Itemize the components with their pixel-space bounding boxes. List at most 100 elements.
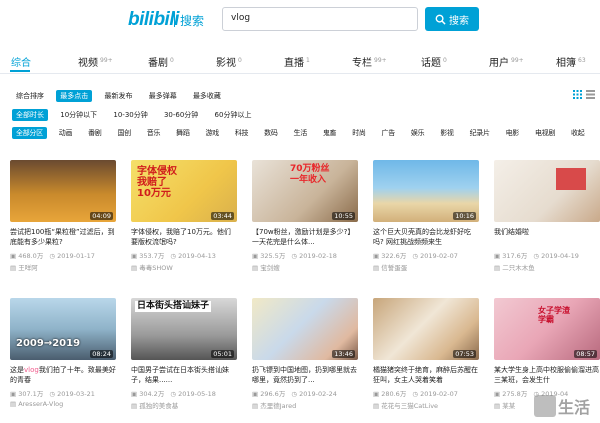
video-title[interactable]: 中国男子尝试在日本街头搭讪妹子，结果......: [131, 365, 237, 385]
video-meta: ▣ 296.6万 ◷ 2019-02-24: [252, 388, 358, 398]
zone-dance[interactable]: 舞蹈: [172, 127, 193, 139]
tab-article[interactable]: 专栏 99+: [352, 54, 387, 69]
bilibili-logo[interactable]: bilibili: [128, 9, 179, 31]
tab-user[interactable]: 用户 99+: [489, 54, 524, 69]
zone-movie[interactable]: 电影: [502, 127, 523, 139]
search-input[interactable]: vlog: [222, 7, 418, 31]
video-uploader[interactable]: ▤ 信誓蛋蛋: [373, 262, 479, 272]
video-meta: ▣ 322.6万 ◷ 2019-02-07: [373, 250, 479, 260]
zone-tv[interactable]: 电视剧: [531, 127, 559, 139]
zone-all[interactable]: 全部分区: [12, 127, 47, 139]
video-thumbnail[interactable]: 字体侵权 我赔了 10万元 03:44: [131, 160, 237, 222]
video-thumbnail[interactable]: 07:53: [373, 298, 479, 360]
duration-all[interactable]: 全部时长: [12, 109, 48, 121]
zone-collapse[interactable]: 收起: [567, 127, 588, 139]
zone-life[interactable]: 生活: [290, 127, 311, 139]
zone-music[interactable]: 音乐: [143, 127, 164, 139]
video-uploader[interactable]: ▤ 花花与三猫CatLive: [373, 400, 479, 410]
zone-animation[interactable]: 动画: [55, 127, 76, 139]
video-uploader[interactable]: ▤ AresserA-Vlog: [10, 400, 116, 408]
video-title[interactable]: 这个巨大贝壳真的会比龙虾好吃吗? 网红挑战频频来生: [373, 227, 479, 247]
video-card[interactable]: 10:16 这个巨大贝壳真的会比龙虾好吃吗? 网红挑战频频来生 ▣ 322.6万…: [373, 160, 479, 272]
search-button[interactable]: 搜索: [425, 7, 479, 31]
sort-newest[interactable]: 最新发布: [100, 90, 136, 102]
video-title[interactable]: 橘猫猪突终于绝育，麻醉后苏醒在狂叫，女主人哭着笑着: [373, 365, 479, 385]
view-count: ▣ 304.2万: [131, 390, 165, 398]
zone-ads[interactable]: 广告: [378, 127, 399, 139]
video-thumbnail[interactable]: 日本街头搭讪妹子 05:01: [131, 298, 237, 360]
zone-digital[interactable]: 数码: [260, 127, 281, 139]
thumbnail-overlay-text: 2009→2019: [16, 338, 81, 349]
tab-video[interactable]: 视频 99+: [78, 54, 113, 69]
view-count: ▣ 275.8万: [494, 390, 528, 398]
zone-guichu[interactable]: 鬼畜: [319, 127, 340, 139]
view-count: ▣ 325.5万: [252, 252, 286, 260]
duration-over-60[interactable]: 60分钟以上: [211, 109, 256, 121]
tab-bangumi[interactable]: 番剧 0: [148, 54, 174, 69]
video-uploader[interactable]: ▤ 王咩阿: [10, 262, 116, 272]
sort-most-favorites[interactable]: 最多收藏: [189, 90, 225, 102]
video-uploader[interactable]: ▤ 宝剑嫂: [252, 262, 358, 272]
video-thumbnail[interactable]: 04:09: [10, 160, 116, 222]
video-thumbnail[interactable]: [494, 160, 600, 222]
header: bilibili 搜索 vlog 搜索: [0, 0, 600, 42]
duration-under-10[interactable]: 10分钟以下: [56, 109, 101, 121]
video-card[interactable]: 70万粉丝 一年收入 10:55 【70w粉丝，激励计划是多少?】一天花完是什么…: [252, 160, 358, 272]
zone-guochuang[interactable]: 国创: [113, 127, 134, 139]
zone-film[interactable]: 影视: [436, 127, 457, 139]
duration-10-30[interactable]: 10-30分钟: [109, 109, 151, 121]
view-count: ▣ 468.0万: [10, 252, 44, 260]
video-uploader[interactable]: ▤ 二只木木鱼: [494, 262, 600, 272]
sort-most-clicked[interactable]: 最多点击: [56, 90, 93, 102]
tabs-divider: [0, 73, 600, 74]
video-card[interactable]: 我们结婚啦 ▣ 317.6万 ◷ 2019-04-19 ▤ 二只木木鱼: [494, 160, 600, 272]
video-title[interactable]: 扔飞镖到中国地图，扔到哪里就去哪里，竟然扔到了...: [252, 365, 358, 385]
video-title[interactable]: 我们结婚啦: [494, 227, 600, 247]
video-title[interactable]: 尝试把100瓶“果粒橙”过滤后，到底能有多少果粒?: [10, 227, 116, 247]
zone-entertainment[interactable]: 娱乐: [407, 127, 428, 139]
video-card[interactable]: 字体侵权 我赔了 10万元 03:44 字体侵权，我赔了10万元。他们要版权流氓…: [131, 160, 237, 272]
tab-all[interactable]: 综合: [11, 54, 31, 69]
upload-date: ◷ 2019-02-07: [412, 390, 458, 398]
video-thumbnail[interactable]: 女子学渣 学霸 08:57: [494, 298, 600, 360]
video-meta: ▣ 468.0万 ◷ 2019-01-17: [10, 250, 116, 260]
video-thumbnail[interactable]: 13:46: [252, 298, 358, 360]
view-toggle: [573, 90, 595, 99]
video-uploader[interactable]: ▤ 杰里德Jared: [252, 400, 358, 410]
zone-bangumi[interactable]: 番剧: [84, 127, 105, 139]
video-uploader[interactable]: ▤ 孤独的美食基: [131, 400, 237, 410]
video-title[interactable]: 某大学生身上高中校服偷偷溜进高三某班，会发生什: [494, 365, 600, 385]
duration-30-60[interactable]: 30-60分钟: [160, 109, 202, 121]
video-meta: ▣ 304.2万 ◷ 2019-05-18: [131, 388, 237, 398]
video-thumbnail[interactable]: 2009→2019 08:24: [10, 298, 116, 360]
video-thumbnail[interactable]: 70万粉丝 一年收入 10:55: [252, 160, 358, 222]
tab-film[interactable]: 影视 0: [216, 54, 242, 69]
zone-fashion[interactable]: 时尚: [348, 127, 369, 139]
zone-game[interactable]: 游戏: [201, 127, 222, 139]
video-card[interactable]: 2009→2019 08:24 这是vlog我们拍了十年。致最美好的青春 ▣ 3…: [10, 298, 116, 408]
zone-tech[interactable]: 科技: [231, 127, 252, 139]
upload-date: ◷ 2019-03-21: [49, 390, 95, 398]
video-title[interactable]: 【70w粉丝，激励计划是多少?】一天花完是什么体...: [252, 227, 358, 247]
zone-documentary[interactable]: 纪录片: [466, 127, 494, 139]
tab-photo[interactable]: 相簿 63: [556, 54, 586, 69]
video-card[interactable]: 日本街头搭讪妹子 05:01 中国男子尝试在日本街头搭讪妹子，结果...... …: [131, 298, 237, 410]
active-tab-indicator: [10, 70, 30, 72]
result-type-tabs: 综合 视频 99+ 番剧 0 影视 0 直播 1 专栏 99+ 话题 0 用户 99+ 相簿 6…: [0, 48, 600, 72]
video-uploader[interactable]: ▤ 毒毒SHOW: [131, 262, 237, 272]
tab-live[interactable]: 直播 1: [284, 54, 310, 69]
grid-view-icon[interactable]: [573, 90, 582, 99]
video-title[interactable]: 这是vlog我们拍了十年。致最美好的青春: [10, 365, 116, 385]
video-card[interactable]: 07:53 橘猫猪突终于绝育，麻醉后苏醒在狂叫，女主人哭着笑着 ▣ 280.6万…: [373, 298, 479, 410]
video-thumbnail[interactable]: 10:16: [373, 160, 479, 222]
video-card[interactable]: 04:09 尝试把100瓶“果粒橙”过滤后，到底能有多少果粒? ▣ 468.0万…: [10, 160, 116, 272]
tab-topic[interactable]: 话题 0: [421, 54, 447, 69]
video-duration: 08:57: [574, 350, 597, 358]
video-title[interactable]: 字体侵权，我赔了10万元。他们要版权流氓吗?: [131, 227, 237, 247]
sort-most-danmaku[interactable]: 最多弹幕: [145, 90, 181, 102]
video-card[interactable]: 13:46 扔飞镖到中国地图，扔到哪里就去哪里，竟然扔到了... ▣ 296.6…: [252, 298, 358, 410]
view-count: ▣ 307.1万: [10, 390, 44, 398]
view-count: ▣ 353.7万: [131, 252, 165, 260]
sort-comprehensive[interactable]: 综合排序: [12, 90, 48, 102]
list-view-icon[interactable]: [586, 90, 595, 99]
